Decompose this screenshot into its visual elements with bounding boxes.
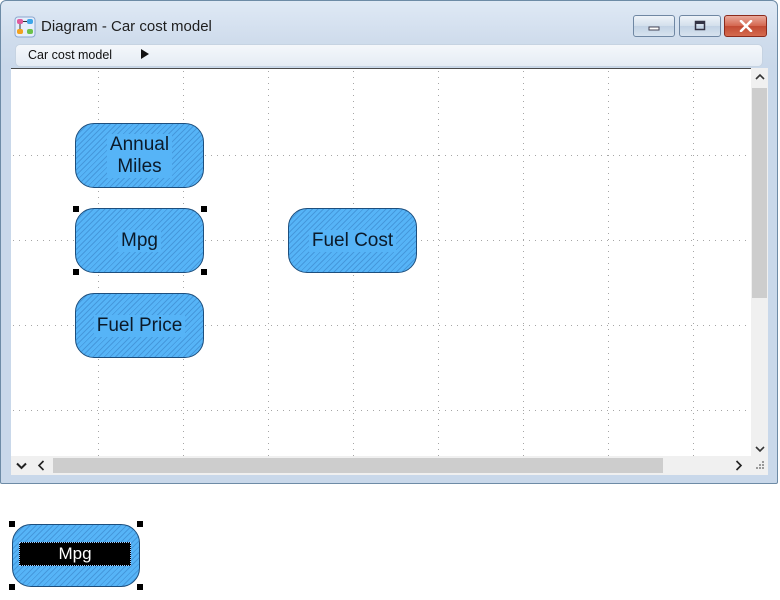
node-label: Fuel Price (93, 314, 186, 337)
node-annual-miles[interactable]: Annual Miles (75, 123, 204, 188)
node-mpg[interactable]: Mpg (75, 208, 204, 273)
node-label: Fuel Cost (308, 229, 397, 252)
preview-handle-bottom-left[interactable] (9, 584, 15, 590)
node-label-edit-field[interactable]: Mpg (19, 542, 131, 566)
diagram-icon (14, 16, 36, 38)
chevron-up-icon[interactable] (751, 68, 768, 85)
edit-field-text: Mpg (58, 544, 92, 563)
window-title: Diagram - Car cost model (41, 18, 212, 35)
vertical-scroll-thumb[interactable] (752, 88, 767, 298)
close-icon (739, 20, 752, 32)
preview-handle-bottom-right[interactable] (137, 584, 143, 590)
collapse-chevron-down-icon[interactable] (13, 457, 29, 474)
node-fuel-price[interactable]: Fuel Price (75, 293, 204, 358)
selection-handle-top-right[interactable] (201, 206, 207, 212)
chevron-right-icon[interactable] (731, 457, 747, 474)
breadcrumb-item-car-cost-model[interactable]: Car cost model (28, 48, 112, 62)
diagram-canvas[interactable]: Annual Miles Mpg Fuel Price Fuel Cost (11, 68, 751, 457)
chevron-left-icon[interactable] (33, 457, 49, 474)
preview-handle-top-left[interactable] (9, 521, 15, 527)
selection-handle-top-left[interactable] (73, 206, 79, 212)
horizontal-scrollbar[interactable] (11, 456, 768, 475)
minimize-icon (648, 26, 660, 31)
node-label: Mpg (118, 229, 161, 252)
mpg-edit-preview: Mpg (12, 524, 140, 587)
triangle-right-icon[interactable] (141, 49, 149, 59)
selection-handle-bottom-left[interactable] (73, 269, 79, 275)
preview-handle-top-right[interactable] (137, 521, 143, 527)
node-label: Annual Miles (106, 133, 173, 178)
close-button[interactable] (724, 15, 767, 37)
selection-handle-bottom-right[interactable] (201, 269, 207, 275)
title-bar[interactable]: Diagram - Car cost model (1, 1, 777, 41)
minimize-button[interactable] (633, 15, 675, 37)
breadcrumb: Car cost model (15, 44, 763, 67)
maximize-button[interactable] (679, 15, 721, 37)
node-fuel-cost[interactable]: Fuel Cost (288, 208, 417, 273)
maximize-icon (694, 20, 706, 31)
resize-grip-icon[interactable] (753, 459, 765, 472)
horizontal-scroll-thumb[interactable] (53, 458, 663, 473)
vertical-scrollbar[interactable] (751, 68, 768, 458)
